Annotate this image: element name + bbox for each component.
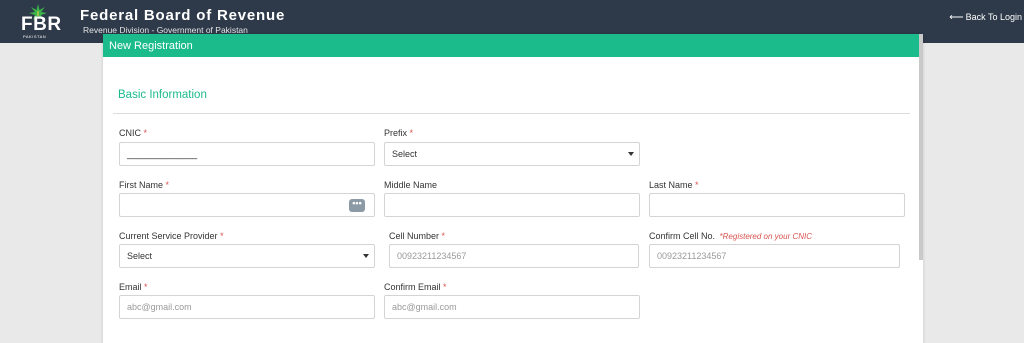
cnic-label-text: CNIC (119, 128, 141, 138)
required-mark: * (144, 282, 148, 292)
email-label-text: Email (119, 282, 142, 292)
service-provider-label-text: Current Service Provider (119, 231, 218, 241)
required-mark: * (220, 231, 224, 241)
last-name-label: Last Name * (649, 180, 699, 190)
cell-number-placeholder: 00923211234567 (397, 251, 467, 261)
logo-subtext: PAKISTAN (23, 34, 47, 39)
more-dots-icon[interactable]: ••• (349, 199, 365, 212)
cnic-registration-note: *Registered on your CNIC (719, 232, 813, 241)
fbr-logo: FBR PAKISTAN (8, 2, 68, 42)
first-name-input[interactable]: ••• (119, 193, 375, 217)
first-name-label-text: First Name (119, 180, 164, 190)
service-provider-select[interactable]: Select (119, 244, 375, 268)
email-input[interactable]: abc@gmail.com (119, 295, 375, 319)
email-label: Email * (119, 282, 148, 292)
confirm-cell-placeholder: 00923211234567 (657, 251, 727, 261)
required-mark: * (165, 180, 170, 190)
back-to-login-link[interactable]: ⟵ Back To Login (949, 12, 1022, 23)
first-name-label: First Name * (119, 180, 169, 190)
confirm-email-input[interactable]: abc@gmail.com (384, 295, 640, 319)
scrollbar[interactable] (919, 34, 923, 260)
required-mark: * (441, 231, 446, 241)
back-to-login-label: Back To Login (965, 12, 1022, 22)
confirm-cell-label: Confirm Cell No. *Registered on your CNI… (649, 231, 812, 241)
card-header: New Registration (103, 34, 923, 57)
cell-number-label: Cell Number * (389, 231, 445, 241)
caret-down-icon (628, 152, 634, 156)
confirm-email-placeholder: abc@gmail.com (392, 302, 457, 312)
cnic-input[interactable]: ______________ (119, 142, 375, 166)
prefix-label: Prefix * (384, 128, 413, 138)
prefix-label-text: Prefix (384, 128, 408, 138)
section-title: Basic Information (118, 89, 207, 101)
email-placeholder: abc@gmail.com (127, 302, 192, 312)
cnic-label: CNIC * (119, 128, 147, 138)
service-provider-label: Current Service Provider * (119, 231, 224, 241)
required-mark: * (695, 180, 699, 190)
section-divider (113, 113, 910, 114)
prefix-select[interactable]: Select (384, 142, 640, 166)
cell-number-input[interactable]: 00923211234567 (389, 244, 639, 268)
cell-number-label-text: Cell Number (389, 231, 440, 241)
prefix-selected-value: Select (392, 149, 418, 159)
last-name-input[interactable] (649, 193, 905, 217)
middle-name-input[interactable] (384, 193, 640, 217)
arrow-left-icon: ⟵ (949, 12, 964, 23)
last-name-label-text: Last Name (649, 180, 693, 190)
required-mark: * (143, 128, 148, 138)
required-mark: * (443, 282, 447, 292)
confirm-email-label-text: Confirm Email (384, 282, 441, 292)
site-title: Federal Board of Revenue (80, 7, 286, 24)
service-provider-selected-value: Select (127, 251, 153, 261)
required-mark: * (409, 128, 414, 138)
cnic-value: ______________ (127, 149, 198, 159)
middle-name-label: Middle Name (384, 180, 438, 190)
caret-down-icon (363, 254, 369, 258)
confirm-email-label: Confirm Email * (384, 282, 447, 292)
confirm-cell-label-text: Confirm Cell No. (649, 231, 716, 241)
confirm-cell-input[interactable]: 00923211234567 (649, 244, 900, 268)
logo-text: FBR (21, 14, 62, 35)
